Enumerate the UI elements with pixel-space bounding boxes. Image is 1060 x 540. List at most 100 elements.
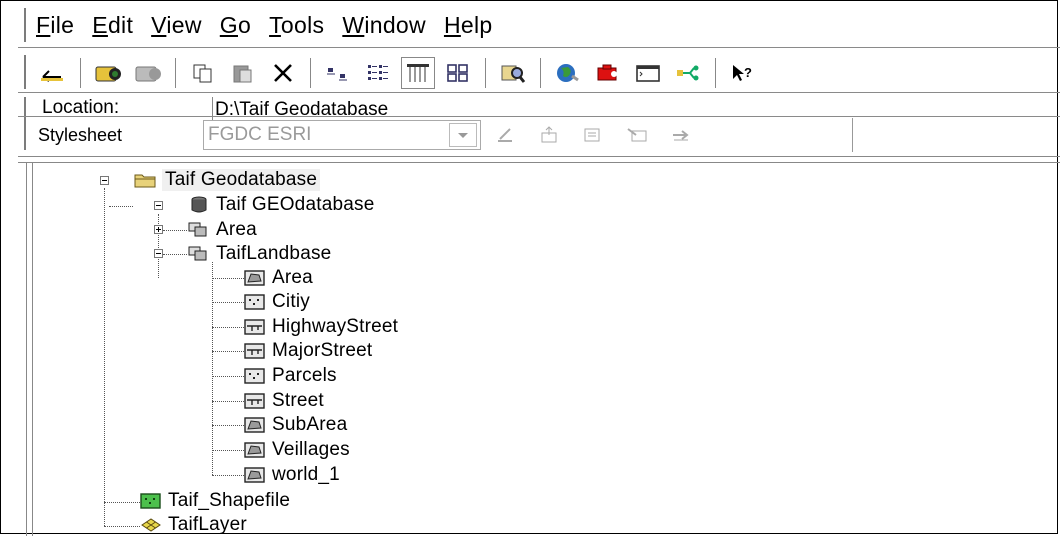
properties-icon[interactable] xyxy=(534,122,566,148)
polygon-feature-class-icon xyxy=(244,416,266,434)
metadata-toolbar-end xyxy=(852,118,853,152)
tree-node-fc-veillages[interactable]: Veillages xyxy=(244,438,350,462)
large-icons-icon[interactable] xyxy=(321,57,355,89)
tree-node-label: Area xyxy=(216,219,257,240)
tree-node-label: Taif GEOdatabase xyxy=(216,194,375,215)
polygon-feature-class-icon xyxy=(244,269,266,287)
tree-node-fc-street[interactable]: Street xyxy=(244,389,324,413)
tree-left-border-inner xyxy=(32,163,33,536)
paste-icon[interactable] xyxy=(226,57,260,89)
tree-guide-fc xyxy=(212,376,244,377)
location-divider xyxy=(18,116,1060,117)
point-feature-class-icon xyxy=(244,367,266,385)
tree-node-geodatabase[interactable]: Taif GEOdatabase xyxy=(188,193,374,217)
tree-node-fc-majorstreet[interactable]: MajorStreet xyxy=(244,339,372,363)
up-one-level-icon[interactable] xyxy=(36,57,70,89)
toolbar-divider xyxy=(18,92,1060,93)
tree-node-layer[interactable]: TaifLayer xyxy=(140,513,247,537)
tree-guide-gdb-children xyxy=(158,214,159,278)
tree-node-label: world_1 xyxy=(272,464,340,485)
tree-node-root-folder[interactable]: Taif Geodatabase xyxy=(134,168,321,192)
feature-dataset-icon xyxy=(188,245,210,263)
tree-node-fc-area[interactable]: Area xyxy=(244,266,313,290)
line-feature-class-icon xyxy=(244,342,266,360)
location-grip[interactable] xyxy=(24,97,26,121)
whats-this-help-icon[interactable]: ? xyxy=(726,57,760,89)
menu-file[interactable]: File xyxy=(36,12,74,39)
stylesheet-value: FGDC ESRI xyxy=(208,124,312,145)
tree-node-fc-subarea[interactable]: SubArea xyxy=(244,413,347,437)
collapse-gdb-icon[interactable] xyxy=(154,201,163,210)
disconnect-folder-icon[interactable] xyxy=(131,57,165,89)
list-view-icon[interactable] xyxy=(361,57,395,89)
connect-folder-icon[interactable] xyxy=(91,57,125,89)
tree-node-feature-dataset-landbase[interactable]: TaifLandbase xyxy=(188,242,331,266)
tree-guide-shapefile xyxy=(104,502,140,503)
tree-node-shapefile[interactable]: Taif_Shapefile xyxy=(140,489,290,513)
menu-help[interactable]: Help xyxy=(444,12,493,39)
model-builder-icon[interactable] xyxy=(671,57,705,89)
menu-go[interactable]: Go xyxy=(220,12,251,39)
tree-node-label: TaifLandbase xyxy=(216,243,332,264)
collapse-landbase-icon[interactable] xyxy=(154,249,163,258)
tree-node-label: Taif_Shapefile xyxy=(168,490,291,511)
tree-node-fc-world-1[interactable]: world_1 xyxy=(244,463,340,487)
menu-window[interactable]: Window xyxy=(342,12,426,39)
menu-edit[interactable]: Edit xyxy=(92,12,133,39)
tree-node-label: MajorStreet xyxy=(272,340,373,361)
tree-guide-landbase-children xyxy=(212,262,213,475)
details-view-icon[interactable] xyxy=(401,57,435,89)
tree-guide-fc xyxy=(212,475,244,476)
tree-left-border xyxy=(26,163,27,536)
polygon-feature-class-icon xyxy=(244,466,266,484)
tree-guide-area xyxy=(163,230,187,231)
toolbar-separator xyxy=(715,58,716,88)
dropdown-arrow-icon[interactable] xyxy=(449,123,477,147)
tree-node-fc-highwaystreet[interactable]: HighwayStreet xyxy=(244,315,398,339)
svg-text:?: ? xyxy=(744,65,752,80)
import-metadata-icon[interactable] xyxy=(622,122,654,148)
tree-guide-fc xyxy=(212,351,244,352)
metadata-toolbar-grip[interactable] xyxy=(24,120,26,150)
menubar-grip[interactable] xyxy=(24,8,26,42)
tree-guide-fc xyxy=(212,401,244,402)
tree-guide-fc xyxy=(212,327,244,328)
delete-icon[interactable] xyxy=(266,57,300,89)
menu-view[interactable]: View xyxy=(151,12,202,39)
search-icon[interactable] xyxy=(496,57,530,89)
tree-guide-fc xyxy=(212,450,244,451)
toolbar-grip[interactable] xyxy=(24,55,26,89)
tree-node-fc-parcels[interactable]: Parcels xyxy=(244,364,337,388)
stylesheet-label: Stylesheet xyxy=(38,125,123,145)
stylesheet-dropdown[interactable]: FGDC ESRI xyxy=(203,120,481,150)
line-feature-class-icon xyxy=(244,392,266,410)
tree-node-label: HighwayStreet xyxy=(272,316,399,337)
tree-node-label: Taif Geodatabase xyxy=(162,169,321,191)
tree-node-label: Area xyxy=(272,267,313,288)
toolbar-separator xyxy=(540,58,541,88)
export-metadata-icon[interactable] xyxy=(666,122,698,148)
tree-guide-layer xyxy=(104,526,140,527)
shapefile-icon xyxy=(140,492,162,510)
copy-icon[interactable] xyxy=(186,57,220,89)
tree-node-fc-citiy[interactable]: Citiy xyxy=(244,290,310,314)
menu-tools[interactable]: Tools xyxy=(269,12,324,39)
tree-node-label: SubArea xyxy=(272,414,348,435)
thumbnails-view-icon[interactable] xyxy=(441,57,475,89)
expand-area-icon[interactable] xyxy=(154,225,163,234)
edit-metadata-icon[interactable] xyxy=(490,122,522,148)
create-update-metadata-icon[interactable] xyxy=(578,122,610,148)
tree-node-label: Citiy xyxy=(272,291,310,312)
polygon-feature-class-icon xyxy=(244,441,266,459)
metadata-tools xyxy=(490,120,710,150)
tree-guide-fc xyxy=(212,425,244,426)
tree-node-label: TaifLayer xyxy=(168,514,247,535)
toolbar-separator xyxy=(80,58,81,88)
collapse-root-icon[interactable] xyxy=(100,176,109,185)
tree-node-feature-dataset-area[interactable]: Area xyxy=(188,218,257,242)
command-line-icon[interactable] xyxy=(631,57,665,89)
geodatabase-icon xyxy=(188,196,210,214)
arctoolbox-icon[interactable] xyxy=(591,57,625,89)
globe-icon[interactable] xyxy=(551,57,585,89)
toolbar-separator xyxy=(310,58,311,88)
